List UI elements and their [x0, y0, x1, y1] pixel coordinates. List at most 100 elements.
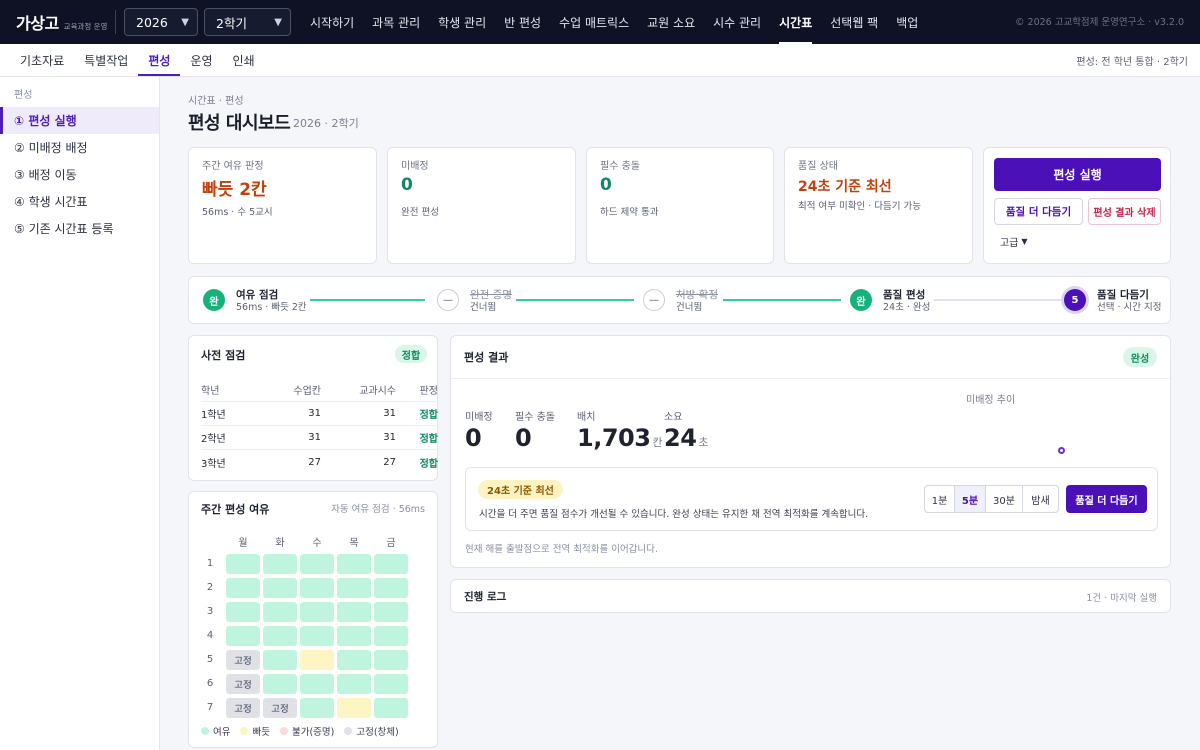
result-card: 편성 결과 완성 미배정 추이 미배정 0 필수 충돌 0 배치 1,703 칸 …	[450, 335, 1171, 568]
skipped-icon: —	[643, 289, 665, 311]
stat-label: 필수 충돌	[515, 412, 555, 423]
slack-cell-free[interactable]	[374, 626, 408, 646]
chevron-down-icon: ▼	[274, 16, 282, 28]
slack-cell-fixed[interactable]: 고정	[226, 674, 260, 694]
page-subtitle: 2026 · 2학기	[293, 117, 359, 130]
sidebar-item-student-timetable[interactable]: ④ 학생 시간표	[0, 188, 159, 215]
top-navigation-bar: 가상고 교육과정 운영 2026 ▼ 2학기 ▼ 시작하기 과목 관리 학생 관…	[0, 0, 1200, 44]
slack-cell-free[interactable]	[263, 554, 297, 574]
slack-cell-free[interactable]	[337, 626, 371, 646]
slack-cell-free[interactable]	[263, 602, 297, 622]
delete-result-button[interactable]: 편성 결과 삭제	[1088, 198, 1161, 225]
refine-quality-button[interactable]: 품질 더 다듬기	[994, 198, 1083, 225]
step-quality-refine[interactable]: 5 품질 다듬기 선택 · 시간 지정	[1064, 289, 1162, 314]
slack-cell-free[interactable]	[374, 578, 408, 598]
slack-cell-free[interactable]	[337, 602, 371, 622]
duration-option-5m[interactable]: 5분	[955, 486, 986, 512]
slack-cell-tight[interactable]	[300, 650, 334, 670]
tab-print[interactable]: 인쇄	[223, 44, 265, 76]
slack-cell-tight[interactable]	[337, 698, 371, 718]
sidebar-item-register-existing[interactable]: ⑤ 기존 시간표 등록	[0, 215, 159, 242]
slack-cell-free[interactable]	[337, 578, 371, 598]
slack-cell-free[interactable]	[226, 602, 260, 622]
tab-scheduling[interactable]: 편성	[138, 44, 181, 76]
nav-item-timetable[interactable]: 시간표	[770, 0, 821, 44]
sidebar-item-run[interactable]: ① 편성 실행	[0, 107, 159, 134]
tab-operation[interactable]: 운영	[180, 44, 222, 76]
step-title: 처방·확정	[676, 289, 718, 301]
nav-item-matrix[interactable]: 수업 매트릭스	[550, 0, 638, 44]
progress-log-card[interactable]: 진행 로그 1건 · 마지막 실행	[450, 579, 1171, 613]
refine-quality-run-button[interactable]: 품질 더 다듬기	[1066, 485, 1147, 513]
nav-item-courses[interactable]: 과목 관리	[363, 0, 429, 44]
advanced-toggle[interactable]: 고급 ▼	[1000, 234, 1028, 249]
status-badge: 정합	[395, 345, 427, 363]
slack-cell-free[interactable]	[337, 674, 371, 694]
slack-cell-free[interactable]	[300, 602, 334, 622]
slack-cell-free[interactable]	[374, 674, 408, 694]
cell-grade: 2학년	[201, 434, 226, 445]
stat-value-duration: 24 초	[664, 424, 709, 452]
slack-cell-free[interactable]	[337, 650, 371, 670]
slack-cell-free[interactable]	[374, 554, 408, 574]
run-scheduling-button[interactable]: 편성 실행	[994, 158, 1161, 191]
slack-cell-free[interactable]	[226, 554, 260, 574]
slack-cell-fixed[interactable]: 고정	[263, 698, 297, 718]
duration-option-30m[interactable]: 30분	[986, 486, 1023, 512]
slack-cell-fixed[interactable]: 고정	[226, 650, 260, 670]
slack-cell-free[interactable]	[226, 626, 260, 646]
nav-item-teachers[interactable]: 교원 소요	[638, 0, 704, 44]
brand[interactable]: 가상고 교육과정 운영	[0, 10, 110, 34]
tab-special-work[interactable]: 특별작업	[74, 44, 138, 76]
slack-cell-free[interactable]	[374, 650, 408, 670]
nav-item-web-pack[interactable]: 선택웹 팩	[821, 0, 887, 44]
main-nav: 시작하기 과목 관리 학생 관리 반 편성 수업 매트릭스 교원 소요 시수 관…	[301, 0, 927, 44]
slack-cell-free[interactable]	[374, 602, 408, 622]
year-select[interactable]: 2026 ▼	[124, 8, 198, 36]
period-label: 4	[206, 630, 214, 641]
slack-cell-free[interactable]	[300, 674, 334, 694]
card-title: 주간 편성 여유	[201, 503, 270, 516]
nav-item-start[interactable]: 시작하기	[301, 0, 363, 44]
cell-slots: 31	[308, 432, 321, 443]
slack-cell-free[interactable]	[263, 674, 297, 694]
cell-verdict: 정합	[419, 410, 438, 421]
step-subtitle: 56ms · 빠듯 2칸	[236, 302, 307, 313]
kpi-note: 56ms · 수 5교시	[202, 207, 273, 218]
cell-hours: 27	[383, 456, 396, 468]
slack-cell-free[interactable]	[226, 578, 260, 598]
kpi-note: 최적 여부 미확인 · 다듬기 가능	[798, 201, 921, 212]
duration-option-overnight[interactable]: 밤새	[1023, 486, 1058, 512]
nav-item-hours[interactable]: 시수 관리	[704, 0, 770, 44]
sidebar-item-move[interactable]: ③ 배정 이동	[0, 161, 159, 188]
kpi-label: 품질 상태	[798, 161, 838, 172]
slack-cell-free[interactable]	[263, 578, 297, 598]
slack-cell-fixed[interactable]: 고정	[226, 698, 260, 718]
kpi-label: 미배정	[401, 161, 429, 172]
tab-basic-data[interactable]: 기초자료	[0, 44, 74, 76]
skipped-icon: —	[437, 289, 459, 311]
slack-cell-free[interactable]	[300, 626, 334, 646]
slack-cell-free[interactable]	[263, 650, 297, 670]
nav-item-backup[interactable]: 백업	[887, 0, 927, 44]
kpi-note: 하드 제약 통과	[600, 207, 659, 218]
slack-cell-free[interactable]	[300, 554, 334, 574]
stat-value-unassigned: 0	[465, 424, 482, 452]
period-label: 5	[206, 654, 214, 665]
footnote: 현재 해를 출발점으로 전역 최적화를 이어갑니다.	[465, 544, 658, 555]
nav-item-students[interactable]: 학생 관리	[429, 0, 495, 44]
slack-cell-free[interactable]	[374, 698, 408, 718]
sub-navigation: 기초자료 특별작업 편성 운영 인쇄 편성: 전 학년 통합 · 2학기	[0, 44, 1200, 77]
slack-cell-free[interactable]	[300, 698, 334, 718]
sidebar-item-unassigned[interactable]: ② 미배정 배정	[0, 134, 159, 161]
duration-option-1m[interactable]: 1분	[925, 486, 955, 512]
slack-cell-free[interactable]	[300, 578, 334, 598]
nav-item-classes[interactable]: 반 편성	[495, 0, 550, 44]
slack-cell-free[interactable]	[337, 554, 371, 574]
cell-grade: 3학년	[201, 458, 226, 470]
step-slack-check: 완 여유 점검 56ms · 빠듯 2칸	[203, 289, 307, 314]
slack-cell-free[interactable]	[263, 626, 297, 646]
term-select[interactable]: 2학기 ▼	[204, 8, 291, 36]
card-title: 편성 결과	[464, 351, 509, 364]
kpi-value: 24초 기준 최선	[798, 179, 892, 195]
